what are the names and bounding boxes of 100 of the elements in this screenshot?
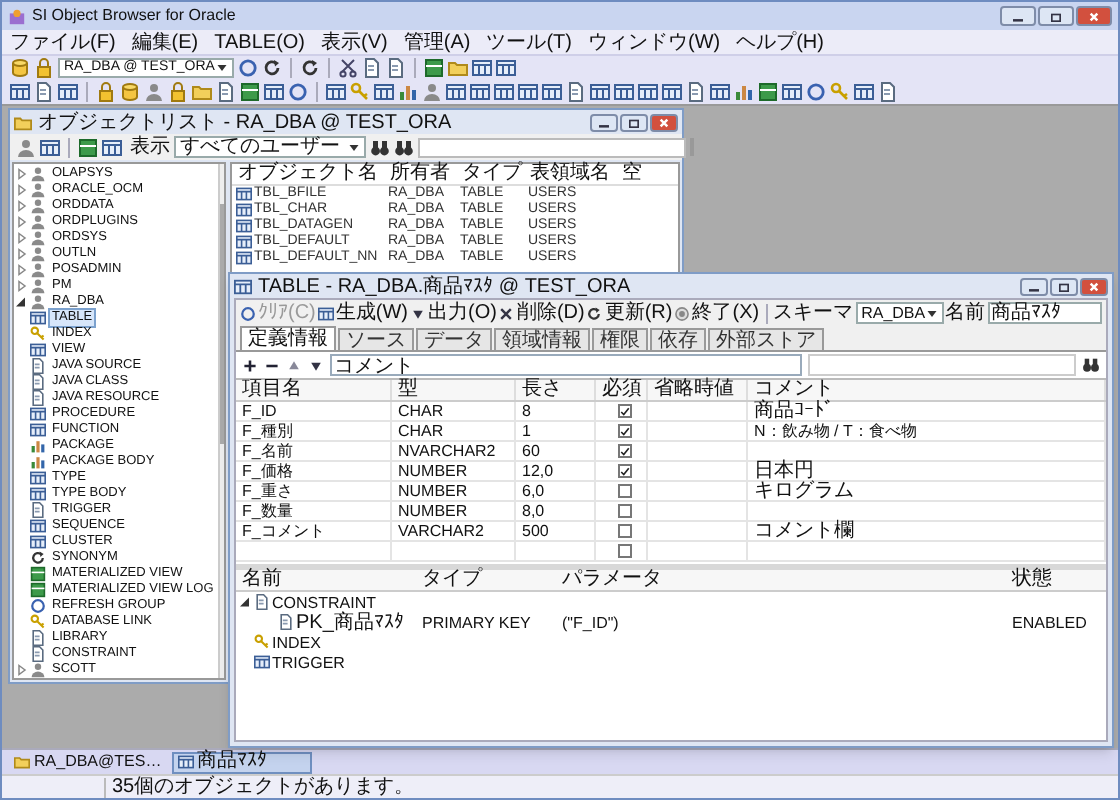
column-header[interactable]: 表領域名 [524, 164, 616, 184]
table-icon[interactable] [472, 58, 492, 78]
user-filter-dropdown[interactable]: すべてのユーザー [174, 136, 366, 158]
table-icon[interactable] [470, 82, 490, 102]
database-icon[interactable] [10, 58, 30, 78]
database-icon[interactable] [120, 82, 140, 102]
scissors-icon[interactable] [338, 58, 358, 78]
lock-icon[interactable] [34, 58, 54, 78]
binoculars-icon[interactable] [394, 137, 414, 157]
checkbox[interactable] [618, 484, 632, 498]
checkbox[interactable] [618, 464, 632, 478]
user-icon[interactable] [16, 137, 36, 157]
tab[interactable]: ソース [338, 328, 414, 350]
column-header[interactable]: 省略時値 [648, 380, 748, 400]
menu-item[interactable]: 編集(E) [131, 31, 199, 53]
tab[interactable]: 定義情報 [240, 326, 336, 350]
tree-toggle-icon[interactable] [16, 264, 28, 276]
binoculars-icon[interactable] [370, 137, 390, 157]
document-icon[interactable] [216, 82, 236, 102]
table-icon[interactable] [854, 82, 874, 102]
document-icon[interactable] [566, 82, 586, 102]
schema-dropdown[interactable]: RA_DBA [855, 302, 944, 324]
tree-toggle-icon[interactable] [16, 664, 28, 676]
column-header[interactable]: タイプ [456, 164, 524, 184]
table-icon[interactable] [326, 82, 346, 102]
circle-icon[interactable] [288, 82, 308, 102]
circle-icon[interactable] [806, 82, 826, 102]
table-icon[interactable] [496, 58, 516, 78]
menu-item[interactable]: ツール(T) [486, 31, 572, 53]
bar-chart-icon[interactable] [734, 82, 754, 102]
table-icon[interactable] [590, 82, 610, 102]
toolbar-button[interactable]: 更新(R) [586, 302, 673, 324]
column-header[interactable]: 長さ [516, 380, 596, 400]
panel-icon[interactable] [78, 137, 98, 157]
user-icon[interactable] [144, 82, 164, 102]
menu-item[interactable]: ファイル(F) [10, 31, 116, 53]
maximize-button[interactable] [1050, 277, 1078, 295]
toolbar-button[interactable]: 終了(X) [674, 302, 760, 324]
column-header[interactable]: 空 [616, 164, 648, 184]
down-arrow-icon[interactable] [308, 357, 324, 373]
filter-field[interactable] [418, 137, 686, 157]
search-field[interactable] [808, 354, 1076, 376]
circle-icon[interactable] [238, 58, 258, 78]
taskbar-button[interactable]: 商品ﾏｽﾀ [171, 751, 312, 773]
tree-toggle-icon[interactable] [16, 200, 28, 212]
table-icon[interactable] [662, 82, 682, 102]
column-header[interactable]: 名前 [236, 570, 416, 590]
table-icon[interactable] [264, 82, 284, 102]
column-header[interactable]: 状態 [1006, 570, 1106, 590]
checkbox[interactable] [618, 544, 632, 558]
table-icon[interactable] [494, 82, 514, 102]
column-header[interactable]: 所有者 [384, 164, 456, 184]
user-icon[interactable] [422, 82, 442, 102]
column-header[interactable]: 項目名 [236, 380, 392, 400]
document-icon[interactable] [362, 58, 382, 78]
checkbox[interactable] [618, 424, 632, 438]
table-icon[interactable] [446, 82, 466, 102]
table-icon[interactable] [40, 137, 60, 157]
checkbox[interactable] [618, 404, 632, 418]
minimize-button[interactable] [1000, 6, 1036, 26]
table-icon[interactable] [518, 82, 538, 102]
name-field[interactable]: 商品ﾏｽﾀ [987, 302, 1102, 324]
table-icon[interactable] [782, 82, 802, 102]
bar-chart-icon[interactable] [398, 82, 418, 102]
document-icon[interactable] [686, 82, 706, 102]
menu-item[interactable]: 表示(V) [321, 31, 388, 53]
checkbox[interactable] [618, 444, 632, 458]
up-arrow-icon[interactable] [286, 357, 302, 373]
tab[interactable]: データ [416, 328, 492, 350]
column-header[interactable]: 型 [392, 380, 516, 400]
tree-toggle-icon[interactable] [16, 216, 28, 228]
close-button[interactable] [1076, 6, 1112, 26]
tree-toggle-icon[interactable] [16, 168, 28, 180]
document-icon[interactable] [386, 58, 406, 78]
tree-item[interactable]: CONSTRAINT [272, 593, 376, 611]
table-icon[interactable] [102, 137, 122, 157]
table-icon[interactable] [58, 82, 78, 102]
column-header[interactable]: 必須 [596, 380, 648, 400]
toolbar-button[interactable]: 削除(D) [498, 302, 585, 324]
tab[interactable]: 権限 [592, 328, 648, 350]
checkbox[interactable] [618, 504, 632, 518]
binoculars-icon[interactable] [1082, 356, 1100, 374]
tree-item[interactable]: TRIGGER [272, 653, 345, 671]
table-icon[interactable] [638, 82, 658, 102]
panel-icon[interactable] [758, 82, 778, 102]
minimize-button[interactable] [1020, 277, 1048, 295]
tab[interactable]: 依存 [650, 328, 706, 350]
lock-icon[interactable] [96, 82, 116, 102]
toolbar-button[interactable]: 出力(O) [410, 302, 497, 324]
minimize-button[interactable] [590, 113, 618, 131]
tree-item[interactable]: PK_商品ﾏｽﾀ [296, 613, 404, 631]
taskbar-button[interactable]: RA_DBA@TES… [8, 751, 168, 773]
plus-icon[interactable] [242, 357, 258, 373]
table-icon[interactable] [374, 82, 394, 102]
menu-item[interactable]: ヘルプ(H) [736, 31, 824, 53]
lock-icon[interactable] [168, 82, 188, 102]
tree-toggle-icon[interactable] [16, 296, 28, 308]
panel-icon[interactable] [240, 82, 260, 102]
menu-item[interactable]: TABLE(O) [214, 31, 306, 53]
table-icon[interactable] [542, 82, 562, 102]
